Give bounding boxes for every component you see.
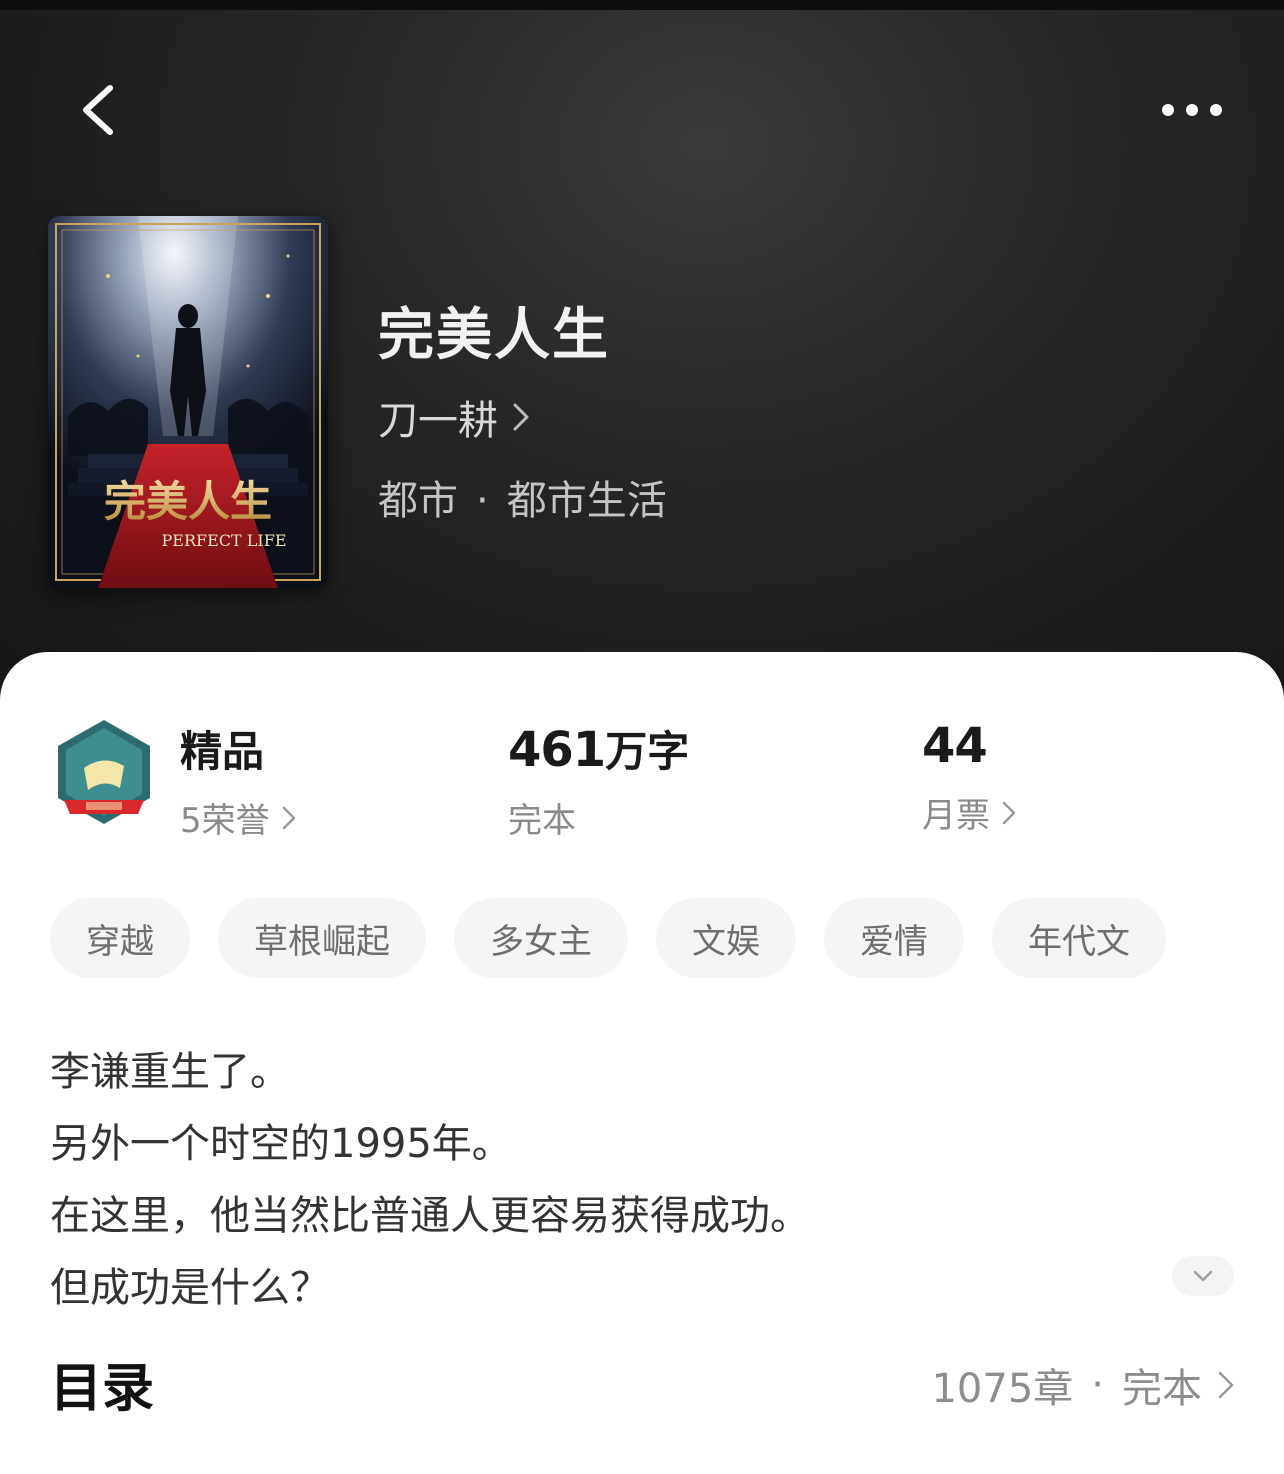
genre-separator: ·: [476, 478, 489, 524]
toc-title: 目录: [50, 1359, 155, 1419]
tag-chip[interactable]: 草根崛起: [218, 898, 426, 978]
quality-label: 精品: [180, 727, 265, 776]
synopsis-line: 李谦重生了。: [50, 1049, 290, 1095]
book-cover[interactable]: 完美人生 PERFECT LIFE: [48, 216, 328, 588]
tag-chip[interactable]: 穿越: [50, 898, 190, 978]
book-synopsis: 李谦重生了。 另外一个时空的1995年。 在这里，他当然比普通人更容易获得成功。…: [50, 1036, 1150, 1324]
word-count-number: 461: [508, 722, 606, 778]
honors-count: 5荣誉: [180, 801, 270, 841]
tag-list: 穿越 草根崛起 多女主 文娱 爱情 年代文: [50, 898, 1166, 978]
more-horizontal-icon: [1162, 104, 1222, 116]
tag-chip[interactable]: 文娱: [656, 898, 796, 978]
chevron-down-icon: [1193, 1270, 1213, 1282]
author-link[interactable]: 刀一耕: [378, 388, 530, 446]
toc-separator: ·: [1091, 1362, 1104, 1408]
chevron-right-icon: [1218, 1371, 1234, 1399]
genre-line: 都市 · 都市生活: [378, 468, 667, 526]
quality-badge-icon[interactable]: [50, 718, 158, 826]
genre-subcategory[interactable]: 都市生活: [507, 468, 667, 526]
word-count-stat: 461万字 完本: [508, 718, 689, 842]
toc-status: 完本: [1122, 1366, 1202, 1412]
synopsis-line: 但成功是什么？: [50, 1265, 330, 1311]
word-count-unit: 万字: [605, 727, 690, 776]
table-of-contents-row[interactable]: 目录 1075章 · 完本: [50, 1340, 1234, 1420]
chevron-right-icon: [282, 806, 295, 829]
more-options-button[interactable]: [1154, 85, 1230, 135]
author-name: 刀一耕: [378, 398, 498, 444]
book-cover-art: 完美人生 PERFECT LIFE: [48, 216, 328, 588]
cover-subtitle-text: PERFECT LIFE: [162, 531, 287, 550]
book-title: 完美人生: [378, 302, 610, 368]
genre-category[interactable]: 都市: [378, 468, 458, 526]
synopsis-line: 在这里，他当然比普通人更容易获得成功。: [50, 1193, 810, 1239]
back-button[interactable]: [72, 80, 132, 140]
monthly-votes-count: 44: [922, 718, 988, 774]
tag-chip[interactable]: 爱情: [824, 898, 964, 978]
chevron-left-icon: [83, 85, 113, 135]
chevron-right-icon: [1002, 801, 1016, 824]
completion-status: 完本: [508, 801, 576, 841]
quality-honors-stat[interactable]: 精品 5荣誉: [180, 718, 296, 842]
tag-chip[interactable]: 多女主: [454, 898, 628, 978]
synopsis-line: 另外一个时空的1995年。: [50, 1121, 512, 1167]
monthly-votes-stat[interactable]: 44 月票: [922, 718, 1016, 837]
tag-chip[interactable]: 年代文: [992, 898, 1166, 978]
monthly-votes-label: 月票: [922, 796, 990, 836]
chevron-right-icon: [513, 403, 529, 431]
cover-title-text: 完美人生: [104, 477, 272, 526]
chapter-count: 1075章: [931, 1366, 1074, 1412]
expand-synopsis-button[interactable]: [1172, 1256, 1234, 1296]
status-bar-strip: [0, 0, 1284, 10]
